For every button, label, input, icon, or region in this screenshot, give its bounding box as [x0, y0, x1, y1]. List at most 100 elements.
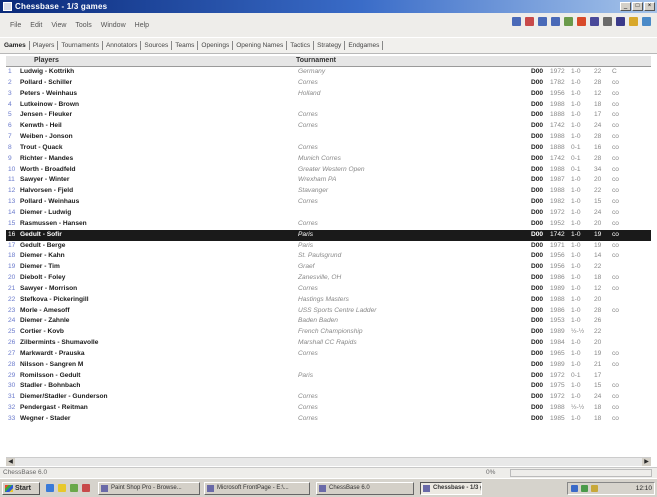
- tab-tactics[interactable]: Tactics: [287, 41, 315, 50]
- table-row[interactable]: 23 Morle - Amesoff USS Sports Centre Ladde…: [6, 306, 651, 317]
- table-row[interactable]: 12 Halvorsen - Fjeld Stavanger D00 1988 1-0 22…: [6, 186, 651, 197]
- print-icon[interactable]: [590, 17, 599, 26]
- table-row[interactable]: 15 Rasmussen - Hansen Corres D00 1952 1-0 20 co: [6, 219, 651, 230]
- row-moves: 15: [594, 198, 602, 206]
- tab-sources[interactable]: Sources: [141, 41, 173, 50]
- scroll-left-icon[interactable]: ◀: [6, 458, 15, 466]
- menu-item-edit[interactable]: Edit: [30, 22, 42, 29]
- table-row[interactable]: 13 Pollard - Weinhaus Corres D00 1982 1-0 15 co: [6, 197, 651, 208]
- row-eco: D00: [531, 89, 544, 97]
- row-moves: 17: [594, 371, 602, 379]
- table-row[interactable]: 6 Kenwth - Heil Corres D00 1742 1-0 24 co: [6, 121, 651, 132]
- taskbar-button[interactable]: Microsoft FrontPage - E:\...: [204, 482, 310, 495]
- taskbar-button[interactable]: Chessbase - 1/3 games: [420, 482, 482, 495]
- column-header-players[interactable]: Players: [34, 57, 59, 64]
- taskbar-button[interactable]: Paint Shop Pro - Browse...: [98, 482, 200, 495]
- menu-item-file[interactable]: File: [10, 22, 21, 29]
- table-row[interactable]: 4 Lutkeinow - Brown D00 1988 1-0 18 co: [6, 100, 651, 111]
- table-row[interactable]: 33 Wegner - Stader Corres D00 1985 1-0 18 co: [6, 414, 651, 425]
- table-row[interactable]: 8 Trout - Quack Corres D00 1888 0-1 16 co: [6, 143, 651, 154]
- table-row[interactable]: 11 Sawyer - Winter Wrexham PA D00 1987 1-0 20 c…: [6, 175, 651, 186]
- delete-icon[interactable]: [577, 17, 586, 26]
- table-row[interactable]: 32 Pendergast - Reitman Corres D00 1988 ½-½ 18…: [6, 403, 651, 414]
- minimize-button[interactable]: _: [620, 2, 631, 11]
- menu-item-tools[interactable]: Tools: [75, 22, 91, 29]
- tab-players[interactable]: Players: [30, 41, 59, 50]
- table-row[interactable]: 16 Gedult - Sofir Paris D00 1742 1-0 19 co: [6, 229, 651, 241]
- last-icon[interactable]: [551, 17, 560, 26]
- table-row[interactable]: 27 Markwardt - Prauska Corres D00 1965 1-0 19 c…: [6, 349, 651, 360]
- table-row[interactable]: 28 Nilsson - Sangren M D00 1989 1-0 21 co: [6, 360, 651, 371]
- start-button[interactable]: Start: [2, 482, 40, 495]
- row-year: 1956: [550, 89, 565, 97]
- menu-item-help[interactable]: Help: [135, 22, 149, 29]
- table-row[interactable]: 26 Zilbermints - Shumavolle Marshall CC Ra…: [6, 338, 651, 349]
- taskbar-button[interactable]: ChessBase 6.0: [316, 482, 414, 495]
- back-icon[interactable]: [512, 17, 521, 26]
- row-players: Gedult - Berge: [20, 241, 66, 249]
- table-row[interactable]: 7 Weiben - Jonson D00 1988 1-0 28 co: [6, 132, 651, 143]
- menu-item-view[interactable]: View: [51, 22, 66, 29]
- column-header-tournament[interactable]: Tournament: [296, 57, 336, 64]
- close-button[interactable]: ×: [644, 2, 655, 11]
- table-row[interactable]: 14 Diemer - Ludwig D00 1972 1-0 24 co: [6, 208, 651, 219]
- table-row[interactable]: 30 Stadler - Bohnbach D00 1975 1-0 15 co: [6, 381, 651, 392]
- table-row[interactable]: 5 Jensen - Fleuker Corres D00 1888 1-0 17 co: [6, 110, 651, 121]
- horizontal-scrollbar[interactable]: ◀ ▶: [6, 457, 651, 466]
- table-row[interactable]: 1 Ludwig - Kottrikh Germany D00 1972 1-0 22 C: [6, 67, 651, 78]
- tab-endgames[interactable]: Endgames: [345, 41, 384, 50]
- menu-item-window[interactable]: Window: [101, 22, 126, 29]
- row-tournament: Greater Western Open: [298, 165, 365, 173]
- table-row[interactable]: 18 Diemer - Kahn St. Paulsgrund D00 1956 1-0 1…: [6, 251, 651, 262]
- desktop-icon[interactable]: [70, 484, 78, 492]
- row-year: 1989: [550, 328, 565, 336]
- tab-openings[interactable]: Openings: [198, 41, 234, 50]
- row-players: Stefkova - Pickeringill: [20, 295, 89, 303]
- row-moves: 20: [594, 219, 602, 227]
- volume-icon[interactable]: [581, 485, 588, 492]
- tab-strategy[interactable]: Strategy: [314, 41, 346, 50]
- table-row[interactable]: 9 Richter - Mandes Munich Corres D00 1742 0-1…: [6, 154, 651, 165]
- table-row[interactable]: 24 Diemer - Zahnle Baden Baden D00 1953 1-0 26: [6, 316, 651, 327]
- tab-games[interactable]: Games: [1, 41, 30, 50]
- app-launch-icon[interactable]: [82, 484, 90, 492]
- board-icon[interactable]: [603, 17, 612, 26]
- folder-icon[interactable]: [58, 484, 66, 492]
- network-icon[interactable]: [571, 485, 578, 492]
- row-number: 2: [8, 78, 12, 86]
- row-year: 1972: [550, 208, 565, 216]
- table-row[interactable]: 19 Diemer - Tim Graef D00 1956 1-0 22: [6, 262, 651, 273]
- row-year: 1988: [550, 165, 565, 173]
- row-moves: 20: [594, 339, 602, 347]
- tray-app-icon[interactable]: [591, 485, 598, 492]
- table-row[interactable]: 3 Peters - Weinhaus Holland D00 1956 1-0 12 co: [6, 89, 651, 100]
- first-icon[interactable]: [538, 17, 547, 26]
- table-row[interactable]: 17 Gedult - Berge Paris D00 1971 1-0 19 co: [6, 241, 651, 252]
- tab-teams[interactable]: Teams: [172, 41, 199, 50]
- row-eco: D00: [531, 68, 544, 75]
- table-row[interactable]: 21 Sawyer - Morrison Corres D00 1989 1-0 12 co: [6, 284, 651, 295]
- table-row[interactable]: 25 Cortier - Kovb French Championship D00 19…: [6, 327, 651, 338]
- table-row[interactable]: 31 Diemer/Stadler - Gunderson Corres D00 197…: [6, 392, 651, 403]
- table-row[interactable]: 22 Stefkova - Pickeringill Hastings Master…: [6, 295, 651, 306]
- scroll-right-icon[interactable]: ▶: [642, 458, 651, 466]
- row-moves: 28: [594, 306, 602, 314]
- table-row[interactable]: 29 Romilsson - Gedult Paris D00 1972 0-1 17: [6, 371, 651, 382]
- forward-icon[interactable]: [525, 17, 534, 26]
- find-icon[interactable]: [629, 17, 638, 26]
- row-number: 11: [8, 176, 15, 184]
- row-tournament: Holland: [298, 89, 321, 97]
- row-tournament: Corres: [298, 284, 318, 292]
- copy-icon[interactable]: [564, 17, 573, 26]
- table-row[interactable]: 2 Pollard - Schiller Corres D00 1782 1-0 28 co: [6, 78, 651, 89]
- tab-annotators[interactable]: Annotators: [103, 41, 142, 50]
- table-row[interactable]: 20 Diebolt - Foley Zanesville, OH D00 1986 1-…: [6, 273, 651, 284]
- database-icon[interactable]: [616, 17, 625, 26]
- maximize-button[interactable]: □: [632, 2, 643, 11]
- info-icon[interactable]: [642, 17, 651, 26]
- table-row[interactable]: 10 Worth - Broadfeld Greater Western Open D…: [6, 165, 651, 176]
- browser-icon[interactable]: [46, 484, 54, 492]
- tab-tournaments[interactable]: Tournaments: [58, 41, 103, 50]
- tab-opening-names[interactable]: Opening Names: [233, 41, 288, 50]
- row-number: 12: [8, 187, 16, 195]
